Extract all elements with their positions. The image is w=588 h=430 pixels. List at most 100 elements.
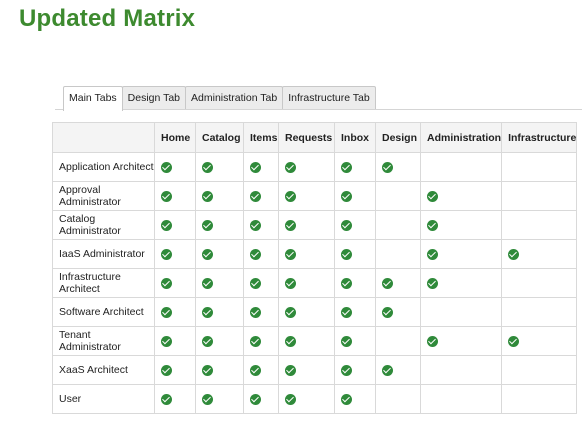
permission-cell bbox=[501, 384, 578, 414]
permission-cell bbox=[419, 181, 503, 211]
column-header: Infrastructure bbox=[501, 122, 578, 153]
permission-cell bbox=[154, 239, 196, 269]
permission-cell bbox=[195, 181, 244, 211]
check-circle-icon bbox=[285, 364, 296, 376]
check-circle-icon bbox=[341, 161, 352, 173]
permission-cell bbox=[243, 210, 279, 240]
column-header: Home bbox=[154, 122, 196, 153]
permission-cell bbox=[334, 355, 376, 385]
permission-cell bbox=[154, 297, 196, 327]
permission-cell bbox=[334, 297, 376, 327]
permission-cell bbox=[243, 355, 279, 385]
check-circle-icon bbox=[161, 161, 172, 173]
check-circle-icon bbox=[341, 335, 352, 347]
permission-cell bbox=[154, 384, 196, 414]
permission-cell bbox=[501, 326, 578, 356]
check-circle-icon bbox=[285, 161, 296, 173]
tab-administration[interactable]: Administration Tab bbox=[185, 86, 284, 110]
table-row: Infrastructure Architect bbox=[52, 268, 578, 298]
header-row: Home Catalog Items Requests Inbox Design… bbox=[52, 122, 578, 153]
role-label: Application Architect bbox=[52, 152, 155, 182]
role-label: XaaS Architect bbox=[52, 355, 155, 385]
check-circle-icon bbox=[427, 277, 438, 289]
permission-cell bbox=[334, 181, 376, 211]
check-circle-icon bbox=[382, 306, 393, 318]
permission-cell bbox=[419, 268, 503, 298]
table-row: Software Architect bbox=[52, 297, 578, 327]
permission-cell bbox=[278, 181, 335, 211]
check-circle-icon bbox=[250, 161, 261, 173]
check-circle-icon bbox=[285, 248, 296, 260]
check-circle-icon bbox=[341, 277, 352, 289]
column-header: Requests bbox=[278, 122, 335, 153]
permission-cell bbox=[278, 326, 335, 356]
permission-cell bbox=[334, 210, 376, 240]
permission-cell bbox=[243, 181, 279, 211]
check-circle-icon bbox=[285, 335, 296, 347]
permission-cell bbox=[243, 239, 279, 269]
permission-cell bbox=[243, 268, 279, 298]
column-header: Design bbox=[375, 122, 421, 153]
permission-cell bbox=[419, 239, 503, 269]
check-circle-icon bbox=[250, 364, 261, 376]
check-circle-icon bbox=[161, 393, 172, 405]
tab-design[interactable]: Design Tab bbox=[121, 86, 187, 110]
role-label: User bbox=[52, 384, 155, 414]
check-circle-icon bbox=[427, 219, 438, 231]
permission-cell bbox=[278, 297, 335, 327]
role-label: Approval Administrator bbox=[52, 181, 155, 211]
check-circle-icon bbox=[382, 161, 393, 173]
check-circle-icon bbox=[161, 219, 172, 231]
check-circle-icon bbox=[161, 306, 172, 318]
column-header: Catalog bbox=[195, 122, 244, 153]
permission-cell bbox=[334, 239, 376, 269]
permission-cell bbox=[375, 181, 421, 211]
check-circle-icon bbox=[285, 393, 296, 405]
permission-cell bbox=[195, 210, 244, 240]
role-label: IaaS Administrator bbox=[52, 239, 155, 269]
table-row: IaaS Administrator bbox=[52, 239, 578, 269]
role-label: Infrastructure Architect bbox=[52, 268, 155, 298]
table-row: Approval Administrator bbox=[52, 181, 578, 211]
permission-cell bbox=[375, 384, 421, 414]
check-circle-icon bbox=[341, 248, 352, 260]
column-header: Items bbox=[243, 122, 279, 153]
permission-cell bbox=[375, 239, 421, 269]
check-circle-icon bbox=[202, 190, 213, 202]
permission-cell bbox=[243, 384, 279, 414]
table-row: XaaS Architect bbox=[52, 355, 578, 385]
check-circle-icon bbox=[427, 335, 438, 347]
permission-cell bbox=[419, 210, 503, 240]
check-circle-icon bbox=[341, 190, 352, 202]
permission-cell bbox=[154, 355, 196, 385]
page-title: Updated Matrix bbox=[19, 5, 196, 32]
check-circle-icon bbox=[250, 277, 261, 289]
tab-infrastructure[interactable]: Infrastructure Tab bbox=[282, 86, 376, 110]
permission-cell bbox=[375, 297, 421, 327]
permission-cell bbox=[243, 152, 279, 182]
permission-cell bbox=[501, 239, 578, 269]
check-circle-icon bbox=[161, 335, 172, 347]
check-circle-icon bbox=[250, 306, 261, 318]
permission-cell bbox=[334, 268, 376, 298]
permission-cell bbox=[195, 326, 244, 356]
tab-main[interactable]: Main Tabs bbox=[63, 86, 123, 111]
permission-cell bbox=[195, 268, 244, 298]
permission-cell bbox=[278, 384, 335, 414]
permission-cell bbox=[278, 239, 335, 269]
permission-cell bbox=[501, 297, 578, 327]
permissions-matrix: Home Catalog Items Requests Inbox Design… bbox=[52, 122, 578, 414]
check-circle-icon bbox=[250, 335, 261, 347]
permission-cell bbox=[278, 268, 335, 298]
check-circle-icon bbox=[202, 277, 213, 289]
check-circle-icon bbox=[161, 248, 172, 260]
table-row: Tenant Administrator bbox=[52, 326, 578, 356]
check-circle-icon bbox=[250, 248, 261, 260]
permission-cell bbox=[501, 152, 578, 182]
permission-cell bbox=[195, 152, 244, 182]
permission-cell bbox=[334, 152, 376, 182]
permission-cell bbox=[154, 181, 196, 211]
permission-cell bbox=[375, 355, 421, 385]
table-row: Catalog Administrator bbox=[52, 210, 578, 240]
table-row: User bbox=[52, 384, 578, 414]
